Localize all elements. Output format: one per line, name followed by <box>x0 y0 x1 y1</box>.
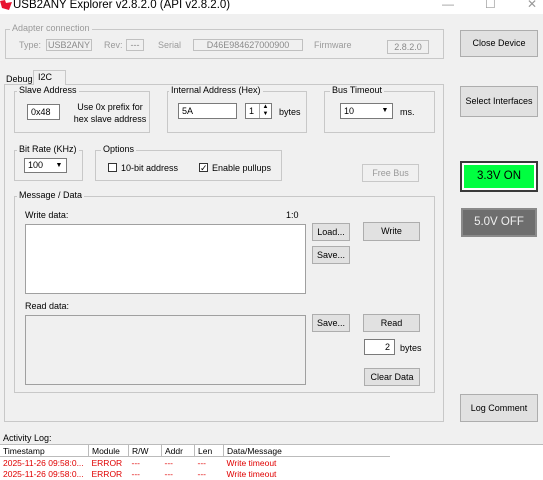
select-interfaces-button[interactable]: Select Interfaces <box>460 86 538 117</box>
maximize-icon[interactable]: ☐ <box>485 0 496 11</box>
read-data-area[interactable] <box>25 315 306 385</box>
read-button[interactable]: Read <box>363 314 420 332</box>
log-cell: --- <box>164 457 174 468</box>
tab-debug[interactable]: Debug <box>6 74 33 84</box>
bit-rate-label: Bit Rate (KHz) <box>17 144 79 154</box>
adapter-firmware-label: Firmware <box>314 40 352 50</box>
log-column-header[interactable]: Len <box>194 445 224 457</box>
ten-bit-address-label: 10-bit address <box>121 163 179 173</box>
log-column-header[interactable]: R/W <box>128 445 162 457</box>
chevron-down-icon: ▼ <box>381 107 389 114</box>
activity-log-table[interactable]: Timestamp Module R/W Addr Len Data/Messa… <box>0 444 543 480</box>
activity-log-label: Activity Log: <box>3 433 52 443</box>
write-data-count: 1:0 <box>286 210 299 220</box>
log-cell: ERROR <box>91 468 123 479</box>
log-row[interactable]: 2025-11-26 09:58:0... ERROR --- --- --- … <box>0 457 390 469</box>
adapter-rev-field: --- <box>126 39 144 51</box>
write-data-textarea[interactable] <box>25 224 306 294</box>
slave-address-hint: Use 0x prefix for hex slave address <box>73 102 147 124</box>
window-title: USB2ANY Explorer v2.8.2.0 (API v2.8.2.0) <box>13 0 231 11</box>
message-data-label: Message / Data <box>17 190 85 200</box>
log-cell: --- <box>131 457 141 468</box>
adapter-firmware-field: 2.8.2.0 <box>387 40 429 54</box>
chevron-down-icon: ▼ <box>55 162 63 169</box>
bus-timeout-select[interactable]: 10 ▼ <box>340 103 393 119</box>
internal-address-input[interactable]: 5A <box>178 103 237 119</box>
write-save-button[interactable]: Save... <box>312 246 350 264</box>
write-button[interactable]: Write <box>363 222 420 241</box>
v33-toggle-button[interactable]: 3.3V ON <box>464 165 534 188</box>
clear-data-button[interactable]: Clear Data <box>364 368 420 386</box>
log-cell: 2025-11-26 09:58:0... <box>3 457 84 468</box>
adapter-type-label: Type: <box>19 40 42 50</box>
slave-address-input[interactable]: 0x48 <box>27 104 60 120</box>
adapter-serial-label: Serial <box>158 40 182 50</box>
internal-address-width-stepper[interactable]: 1 ▲ ▼ <box>245 103 272 119</box>
bit-rate-select[interactable]: 100 ▼ <box>24 158 67 173</box>
read-bytes-input[interactable]: 2 <box>364 339 395 355</box>
load-button[interactable]: Load... <box>312 223 350 241</box>
bit-rate-value: 100 <box>28 160 44 170</box>
log-cell: Write timeout <box>226 468 277 479</box>
enable-pullups-label: Enable pullups <box>212 163 272 173</box>
close-icon[interactable]: ✕ <box>527 0 537 11</box>
write-data-label: Write data: <box>25 210 69 220</box>
log-cell: ERROR <box>91 457 123 468</box>
v50-toggle-button[interactable]: 5.0V OFF <box>461 208 537 237</box>
log-column-header[interactable]: Addr <box>161 445 195 457</box>
adapter-connection-label: Adapter connection <box>10 23 92 33</box>
read-data-label: Read data: <box>25 301 70 311</box>
log-cell: --- <box>197 468 207 479</box>
log-cell: Write timeout <box>226 457 277 468</box>
log-column-header[interactable]: Data/Message <box>223 445 390 457</box>
log-row[interactable]: 2025-11-26 09:58:0... ERROR --- --- --- … <box>0 468 390 479</box>
options-label: Options <box>101 144 137 154</box>
minimize-icon[interactable]: — <box>442 0 454 11</box>
app-logo-icon <box>0 0 12 10</box>
bus-timeout-value: 10 <box>344 106 355 116</box>
enable-pullups-checkbox[interactable]: ✓ <box>199 163 208 173</box>
log-cell: --- <box>197 457 207 468</box>
read-save-button[interactable]: Save... <box>312 314 350 332</box>
free-bus-button[interactable]: Free Bus <box>362 164 419 182</box>
log-column-header[interactable]: Timestamp <box>0 445 89 457</box>
adapter-serial-field: D46E984627000900 <box>193 39 303 51</box>
ten-bit-address-checkbox[interactable] <box>108 163 117 172</box>
adapter-type-field: USB2ANY <box>46 39 92 51</box>
read-bytes-unit: bytes <box>400 343 422 353</box>
log-cell: --- <box>131 468 141 479</box>
log-column-header[interactable]: Module <box>88 445 129 457</box>
internal-address-unit: bytes <box>279 107 301 117</box>
bus-timeout-label: Bus Timeout <box>330 85 385 95</box>
log-cell: 2025-11-26 09:58:0... <box>3 468 84 479</box>
tab-i2c[interactable]: I2C <box>33 70 66 85</box>
internal-address-width-value: 1 <box>249 106 255 116</box>
log-comment-button[interactable]: Log Comment <box>460 394 538 422</box>
adapter-rev-label: Rev: <box>104 40 123 50</box>
internal-address-label: Internal Address (Hex) <box>169 85 263 95</box>
log-cell: --- <box>164 468 174 479</box>
spinner-arrows-icon[interactable]: ▲ ▼ <box>259 104 271 118</box>
log-header-row: Timestamp Module R/W Addr Len Data/Messa… <box>0 445 390 457</box>
close-device-button[interactable]: Close Device <box>460 30 538 57</box>
bus-timeout-unit: ms. <box>400 107 415 117</box>
v33-toggle-frame: 3.3V ON <box>460 161 538 192</box>
slave-address-label: Slave Address <box>17 85 79 95</box>
